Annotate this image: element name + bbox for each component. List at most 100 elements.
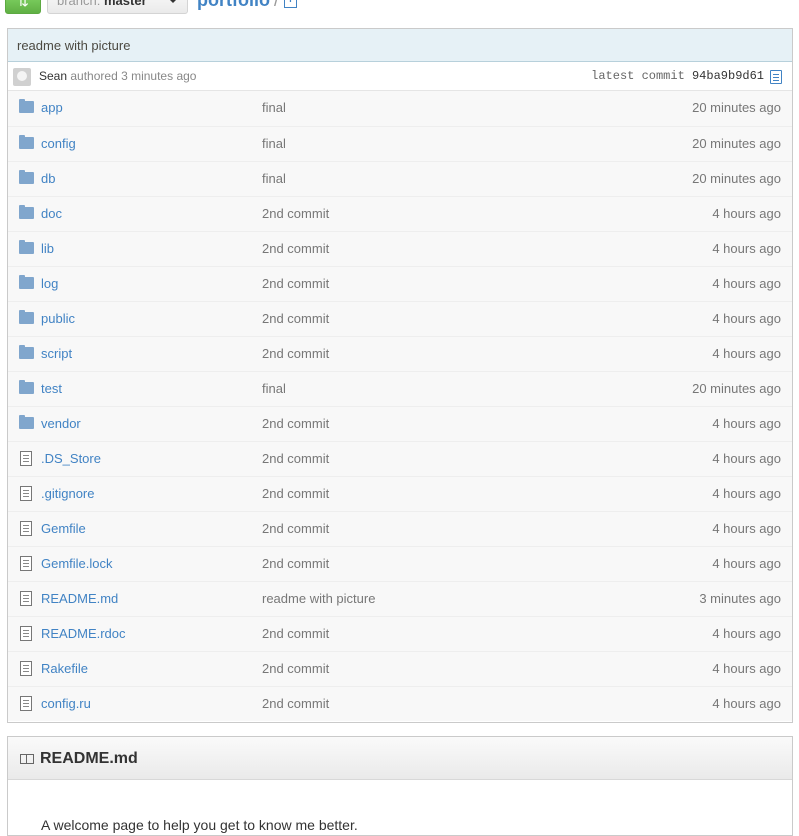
file-icon xyxy=(20,556,32,571)
readme-header: README.md xyxy=(8,737,792,780)
book-icon xyxy=(20,754,34,764)
file-commit-message[interactable]: 2nd commit xyxy=(262,442,329,476)
file-name-link[interactable]: Gemfile.lock xyxy=(41,547,113,581)
file-commit-message[interactable]: 2nd commit xyxy=(262,407,329,441)
file-commit-message[interactable]: 2nd commit xyxy=(262,547,329,581)
file-row[interactable]: script 2nd commit 4 hours ago xyxy=(8,336,792,371)
file-row[interactable]: README.rdoc 2nd commit 4 hours ago xyxy=(8,616,792,651)
file-icon xyxy=(20,451,32,466)
file-commit-message[interactable]: 2nd commit xyxy=(262,512,329,546)
file-name-link[interactable]: README.rdoc xyxy=(41,617,126,651)
new-file-icon[interactable]: + xyxy=(284,0,297,8)
file-name-link[interactable]: log xyxy=(41,267,58,301)
file-commit-message[interactable]: final xyxy=(262,91,286,125)
file-commit-message[interactable]: final xyxy=(262,372,286,406)
breadcrumb-repo-link[interactable]: portfolio xyxy=(197,0,270,12)
file-icon xyxy=(20,486,32,501)
file-commit-message[interactable]: 2nd commit xyxy=(262,302,329,336)
file-age: 4 hours ago xyxy=(712,241,781,256)
file-commit-message[interactable]: 2nd commit xyxy=(262,617,329,651)
file-commit-message[interactable]: final xyxy=(262,127,286,161)
readme-body: A welcome page to help you get to know m… xyxy=(41,817,358,833)
file-commit-message[interactable]: 2nd commit xyxy=(262,232,329,266)
file-name-link[interactable]: db xyxy=(41,162,55,196)
file-age: 4 hours ago xyxy=(712,661,781,676)
file-commit-message[interactable]: final xyxy=(262,162,286,196)
readme-title: README.md xyxy=(40,750,138,767)
folder-icon xyxy=(19,275,34,289)
file-name-link[interactable]: script xyxy=(41,337,72,371)
file-row[interactable]: config final 20 minutes ago xyxy=(8,126,792,161)
folder-icon xyxy=(19,99,34,113)
file-age: 4 hours ago xyxy=(712,346,781,361)
commit-author[interactable]: Sean xyxy=(39,69,67,83)
file-row[interactable]: Rakefile 2nd commit 4 hours ago xyxy=(8,651,792,686)
file-commit-message[interactable]: readme with picture xyxy=(262,582,375,616)
file-age: 4 hours ago xyxy=(712,556,781,571)
file-row[interactable]: public 2nd commit 4 hours ago xyxy=(8,301,792,336)
file-icon xyxy=(20,521,32,536)
readme-panel: README.md A welcome page to help you get… xyxy=(7,736,793,836)
copy-sha-icon[interactable] xyxy=(770,70,782,84)
file-age: 20 minutes ago xyxy=(692,171,781,186)
file-row[interactable]: config.ru 2nd commit 4 hours ago xyxy=(8,686,792,721)
file-icon xyxy=(20,591,32,606)
file-row[interactable]: log 2nd commit 4 hours ago xyxy=(8,266,792,301)
file-commit-message[interactable]: 2nd commit xyxy=(262,652,329,686)
file-commit-message[interactable]: 2nd commit xyxy=(262,477,329,511)
file-row[interactable]: vendor 2nd commit 4 hours ago xyxy=(8,406,792,441)
branch-label: branch: xyxy=(57,0,101,8)
file-icon xyxy=(20,696,32,711)
file-name-link[interactable]: vendor xyxy=(41,407,81,441)
file-row[interactable]: Gemfile 2nd commit 4 hours ago xyxy=(8,511,792,546)
file-browser: readme with picture Sean authored 3 minu… xyxy=(7,28,793,723)
latest-commit-message: readme with picture xyxy=(8,29,792,62)
file-name-link[interactable]: config xyxy=(41,127,76,161)
file-name-link[interactable]: doc xyxy=(41,197,62,231)
folder-icon xyxy=(19,170,34,184)
file-age: 4 hours ago xyxy=(712,206,781,221)
folder-icon xyxy=(19,345,34,359)
file-age: 4 hours ago xyxy=(712,451,781,466)
file-name-link[interactable]: README.md xyxy=(41,582,118,616)
file-name-link[interactable]: app xyxy=(41,91,63,125)
file-row[interactable]: app final 20 minutes ago xyxy=(8,91,792,126)
file-name-link[interactable]: .gitignore xyxy=(41,477,94,511)
file-row[interactable]: lib 2nd commit 4 hours ago xyxy=(8,231,792,266)
commit-sha-link[interactable]: 94ba9b9d61 xyxy=(692,69,764,83)
branch-name: master xyxy=(104,0,147,8)
file-name-link[interactable]: public xyxy=(41,302,75,336)
file-row[interactable]: doc 2nd commit 4 hours ago xyxy=(8,196,792,231)
file-name-link[interactable]: test xyxy=(41,372,62,406)
file-name-link[interactable]: Rakefile xyxy=(41,652,88,686)
file-row[interactable]: .DS_Store 2nd commit 4 hours ago xyxy=(8,441,792,476)
file-name-link[interactable]: .DS_Store xyxy=(41,442,101,476)
breadcrumb-separator: / xyxy=(274,0,280,10)
commit-authored-time: authored 3 minutes ago xyxy=(70,69,197,83)
folder-icon xyxy=(19,415,34,429)
file-age: 3 minutes ago xyxy=(699,591,781,606)
file-commit-message[interactable]: 2nd commit xyxy=(262,687,329,721)
repo-toolbar: ⇅ branch: master portfolio / + xyxy=(0,0,799,14)
file-name-link[interactable]: lib xyxy=(41,232,54,266)
file-commit-message[interactable]: 2nd commit xyxy=(262,197,329,231)
file-row[interactable]: test final 20 minutes ago xyxy=(8,371,792,406)
file-age: 20 minutes ago xyxy=(692,100,781,115)
compare-icon: ⇅ xyxy=(17,0,29,9)
commit-meta: Sean authored 3 minutes ago latest commi… xyxy=(8,62,792,91)
file-row[interactable]: README.md readme with picture 3 minutes ag… xyxy=(8,581,792,616)
file-row[interactable]: Gemfile.lock 2nd commit 4 hours ago xyxy=(8,546,792,581)
file-name-link[interactable]: config.ru xyxy=(41,687,91,721)
avatar[interactable] xyxy=(13,68,31,86)
file-name-link[interactable]: Gemfile xyxy=(41,512,86,546)
file-row[interactable]: .gitignore 2nd commit 4 hours ago xyxy=(8,476,792,511)
file-commit-message[interactable]: 2nd commit xyxy=(262,267,329,301)
file-age: 4 hours ago xyxy=(712,276,781,291)
file-list: app final 20 minutes ago config final 20 minu… xyxy=(8,91,792,721)
branch-selector[interactable]: branch: master xyxy=(47,0,188,14)
file-commit-message[interactable]: 2nd commit xyxy=(262,337,329,371)
compare-button[interactable]: ⇅ xyxy=(5,0,41,14)
file-age: 20 minutes ago xyxy=(692,381,781,396)
file-row[interactable]: db final 20 minutes ago xyxy=(8,161,792,196)
latest-commit: latest commit 94ba9b9d61 xyxy=(591,62,764,91)
